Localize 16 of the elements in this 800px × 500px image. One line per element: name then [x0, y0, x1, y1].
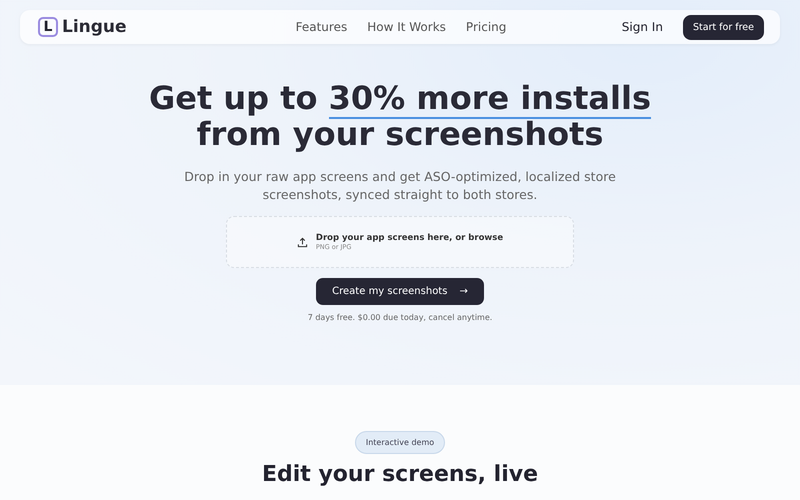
- start-button[interactable]: Start for free: [682, 14, 764, 40]
- drop-zone-title: Drop your app screens here, or browse: [316, 233, 504, 243]
- sign-in-link[interactable]: Sign In: [622, 20, 663, 34]
- nav-link[interactable]: Pricing: [466, 20, 506, 34]
- trial-note: 7 days free. $0.00 due today, cancel anytime.: [308, 313, 492, 322]
- nav-link[interactable]: How It Works: [367, 20, 446, 34]
- create-button[interactable]: Create my screenshots →: [316, 278, 484, 305]
- upload-icon: [296, 236, 308, 248]
- brand-name[interactable]: Lingue: [62, 17, 127, 37]
- subtitle: Drop in your raw app screens and get ASO-optimized, localized store screenshots, synced straight to both stores.: [183, 168, 617, 204]
- headline: Get up to 30% more installs from your screenshots: [148, 80, 651, 152]
- section-heading: Edit your screens, live: [262, 462, 538, 488]
- section-badge: Interactive demo: [354, 431, 446, 454]
- arrow-icon: →: [459, 286, 468, 297]
- nav-link[interactable]: Features: [296, 20, 348, 34]
- logo-icon[interactable]: L: [38, 17, 58, 37]
